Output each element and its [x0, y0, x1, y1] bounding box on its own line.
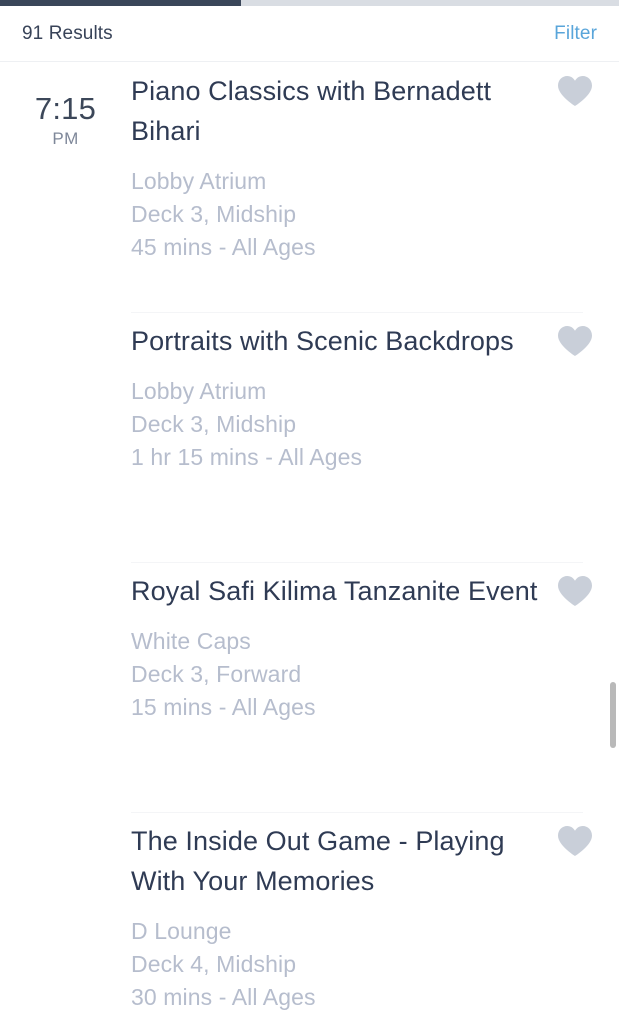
heart-icon[interactable] [557, 575, 593, 607]
event-title: Portraits with Scenic Backdrops [131, 326, 514, 356]
event-location: Deck 3, Midship [131, 410, 297, 437]
results-count-label: 91 Results [22, 22, 113, 44]
event-location: Deck 3, Forward [131, 660, 302, 687]
scrollbar-track[interactable] [610, 63, 616, 1024]
event-location: Deck 3, Midship [131, 201, 297, 228]
event-venue: Lobby Atrium [131, 168, 267, 195]
event-time-meridiem: PM [52, 128, 79, 148]
event-list[interactable]: 7:15 PM Piano Classics with Bernadett Bi… [0, 63, 619, 1024]
event-details: D Lounge Deck 4, Midship 30 mins - All A… [131, 915, 543, 1013]
event-content[interactable]: Portraits with Scenic Backdrops Lobby At… [131, 313, 557, 473]
event-time-block [0, 813, 131, 843]
event-duration: 45 mins - All Ages [131, 233, 316, 260]
event-title: The Inside Out Game - Playing With Your … [131, 826, 505, 897]
event-venue: D Lounge [131, 918, 232, 945]
event-time-block [0, 563, 131, 593]
event-content[interactable]: Royal Safi Kilima Tanzanite Event White … [131, 563, 557, 723]
list-item[interactable]: 7:15 PM Piano Classics with Bernadett Bi… [0, 63, 619, 313]
heart-icon[interactable] [557, 325, 593, 357]
event-title: Royal Safi Kilima Tanzanite Event [131, 576, 538, 606]
event-title: Piano Classics with Bernadett Bihari [131, 76, 492, 147]
event-time-block: 7:15 PM [0, 63, 131, 151]
list-item[interactable]: The Inside Out Game - Playing With Your … [0, 813, 619, 1024]
heart-icon[interactable] [557, 75, 593, 107]
event-details: Lobby Atrium Deck 3, Midship 45 mins - A… [131, 165, 543, 263]
event-details: Lobby Atrium Deck 3, Midship 1 hr 15 min… [131, 375, 543, 473]
event-content[interactable]: Piano Classics with Bernadett Bihari Lob… [131, 63, 557, 263]
event-location: Deck 4, Midship [131, 951, 297, 978]
event-duration: 30 mins - All Ages [131, 983, 316, 1010]
event-time-block [0, 313, 131, 343]
list-item[interactable]: Portraits with Scenic Backdrops Lobby At… [0, 313, 619, 563]
list-item[interactable]: Royal Safi Kilima Tanzanite Event White … [0, 563, 619, 813]
event-duration: 15 mins - All Ages [131, 693, 316, 720]
filter-button[interactable]: Filter [554, 23, 597, 45]
event-content[interactable]: The Inside Out Game - Playing With Your … [131, 813, 557, 1013]
list-header: 91 Results Filter [0, 6, 619, 62]
event-venue: Lobby Atrium [131, 378, 267, 405]
scrollbar-thumb[interactable] [610, 682, 616, 748]
event-venue: White Caps [131, 628, 251, 655]
event-details: White Caps Deck 3, Forward 15 mins - All… [131, 625, 543, 723]
event-duration: 1 hr 15 mins - All Ages [131, 443, 363, 470]
heart-icon[interactable] [557, 825, 593, 857]
event-time: 7:15 [34, 91, 97, 126]
